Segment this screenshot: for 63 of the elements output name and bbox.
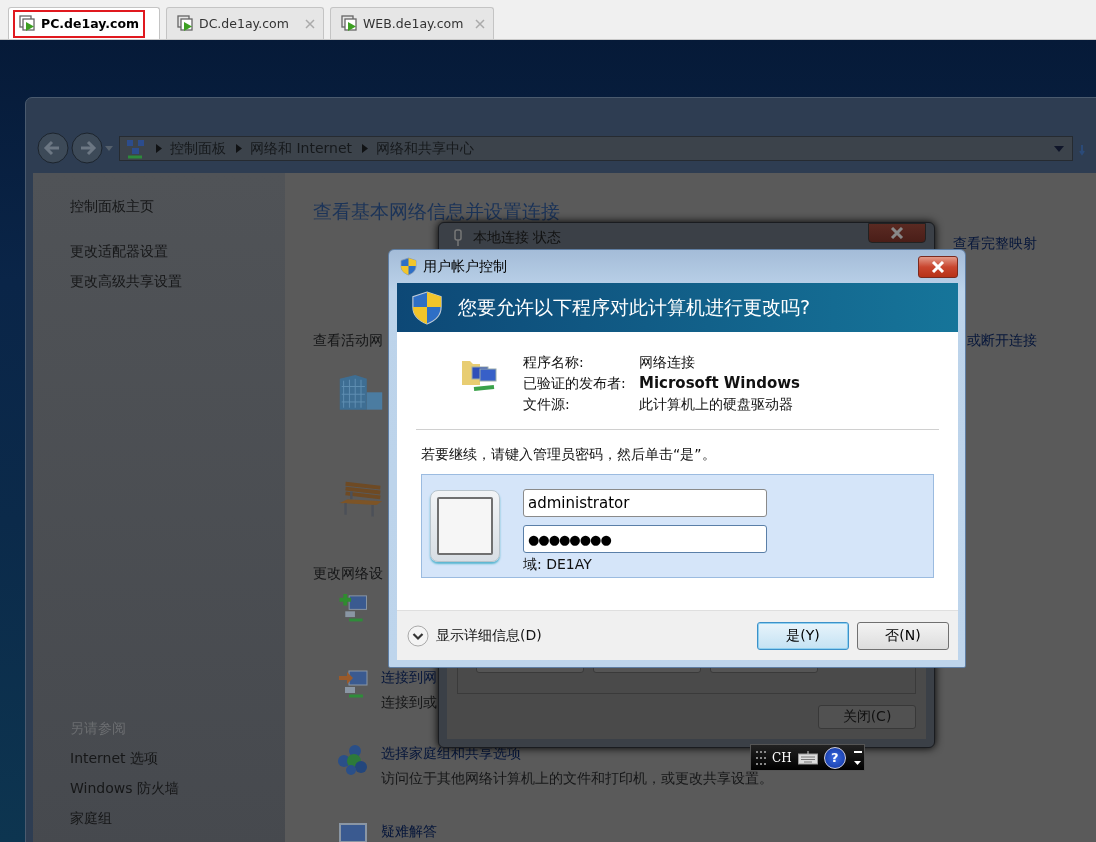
sidebar-link[interactable]: 控制面板主页 bbox=[70, 191, 285, 221]
dialog-question: 您要允许以下程序对此计算机进行更改吗? bbox=[458, 294, 811, 320]
remote-desktop-icon bbox=[19, 14, 37, 33]
minimize-icon[interactable] bbox=[853, 750, 862, 754]
task-link[interactable]: 疑难解答 bbox=[381, 821, 437, 841]
detail-label: 已验证的发布者: bbox=[523, 374, 627, 393]
close-icon[interactable] bbox=[475, 18, 485, 29]
dialog-button[interactable]: 是(Y) bbox=[757, 621, 849, 650]
remote-desktop-icon bbox=[177, 14, 195, 33]
expand-icon[interactable] bbox=[407, 624, 429, 647]
back-icon[interactable] bbox=[37, 132, 69, 164]
close-icon[interactable] bbox=[305, 18, 315, 29]
close-button[interactable] bbox=[868, 223, 926, 243]
chevron-icon[interactable] bbox=[362, 144, 369, 153]
grip-icon[interactable] bbox=[756, 750, 766, 765]
forward-icon[interactable] bbox=[71, 132, 103, 164]
chevron-icon[interactable] bbox=[236, 144, 242, 153]
details-toggle[interactable]: 显示详细信息(D) bbox=[436, 626, 542, 645]
password-field[interactable]: ●●●●●●●● bbox=[523, 525, 767, 553]
connect-link[interactable]: 或断开连接 bbox=[967, 330, 1037, 350]
language-indicator[interactable]: CH bbox=[772, 750, 792, 765]
help-button[interactable]: ? bbox=[823, 746, 846, 769]
section-title: 查看活动网 bbox=[313, 331, 383, 350]
close-button[interactable] bbox=[918, 255, 958, 278]
tab-label: WEB.de1ay.com bbox=[363, 16, 464, 31]
tab-label: PC.de1ay.com bbox=[41, 16, 140, 31]
dialog-button[interactable]: 否(N) bbox=[857, 621, 949, 650]
tab[interactable]: DC.de1ay.com bbox=[166, 7, 324, 39]
shield-icon bbox=[400, 257, 417, 276]
detail-label: 程序名称: bbox=[523, 353, 585, 372]
detail-value: 此计算机上的硬盘驱动器 bbox=[639, 395, 794, 414]
detail-value: Microsoft Windows bbox=[639, 373, 800, 393]
close-button[interactable]: 关闭(C) bbox=[818, 705, 916, 729]
task-description: 连接到或 bbox=[381, 693, 437, 712]
shield-icon bbox=[411, 288, 443, 327]
page-heading: 查看基本网络信息并设置连接 bbox=[313, 199, 560, 223]
network-icon bbox=[126, 138, 146, 159]
tab[interactable]: WEB.de1ay.com bbox=[330, 7, 494, 39]
username-field[interactable]: administrator bbox=[523, 489, 767, 517]
dropdown-icon[interactable] bbox=[854, 760, 862, 765]
sidebar-link[interactable]: 更改高级共享设置 bbox=[70, 266, 285, 296]
close-icon bbox=[890, 227, 904, 239]
network-connect-icon[interactable] bbox=[337, 667, 369, 699]
tab[interactable]: PC.de1ay.com bbox=[8, 7, 160, 39]
remote-desktop-icon bbox=[341, 14, 359, 33]
chevron-icon[interactable] bbox=[156, 144, 162, 153]
spheres-icon[interactable] bbox=[337, 743, 369, 775]
network-cable-icon bbox=[453, 229, 463, 247]
task-link[interactable]: 连接到网 bbox=[381, 667, 437, 687]
tab-label: DC.de1ay.com bbox=[199, 16, 289, 31]
avatar-frame bbox=[430, 490, 500, 562]
section-title: 更改网络设 bbox=[313, 564, 383, 584]
instruction-text: 若要继续，请键入管理员密码，然后单击“是”。 bbox=[421, 446, 717, 464]
building-icon bbox=[337, 373, 385, 412]
close-icon bbox=[931, 260, 945, 273]
sidebar-link[interactable]: 更改适配器设置 bbox=[70, 236, 285, 266]
detail-value: 网络连接 bbox=[639, 353, 696, 372]
window-title: 用户帐户控制 bbox=[423, 257, 507, 276]
network-add-icon[interactable] bbox=[337, 592, 369, 623]
keyboard-icon[interactable] bbox=[797, 750, 818, 765]
detail-label: 文件源: bbox=[523, 395, 571, 414]
domain-text: 域: DE1AY bbox=[523, 556, 593, 574]
map-link[interactable]: 查看完整映射 bbox=[953, 233, 1037, 253]
